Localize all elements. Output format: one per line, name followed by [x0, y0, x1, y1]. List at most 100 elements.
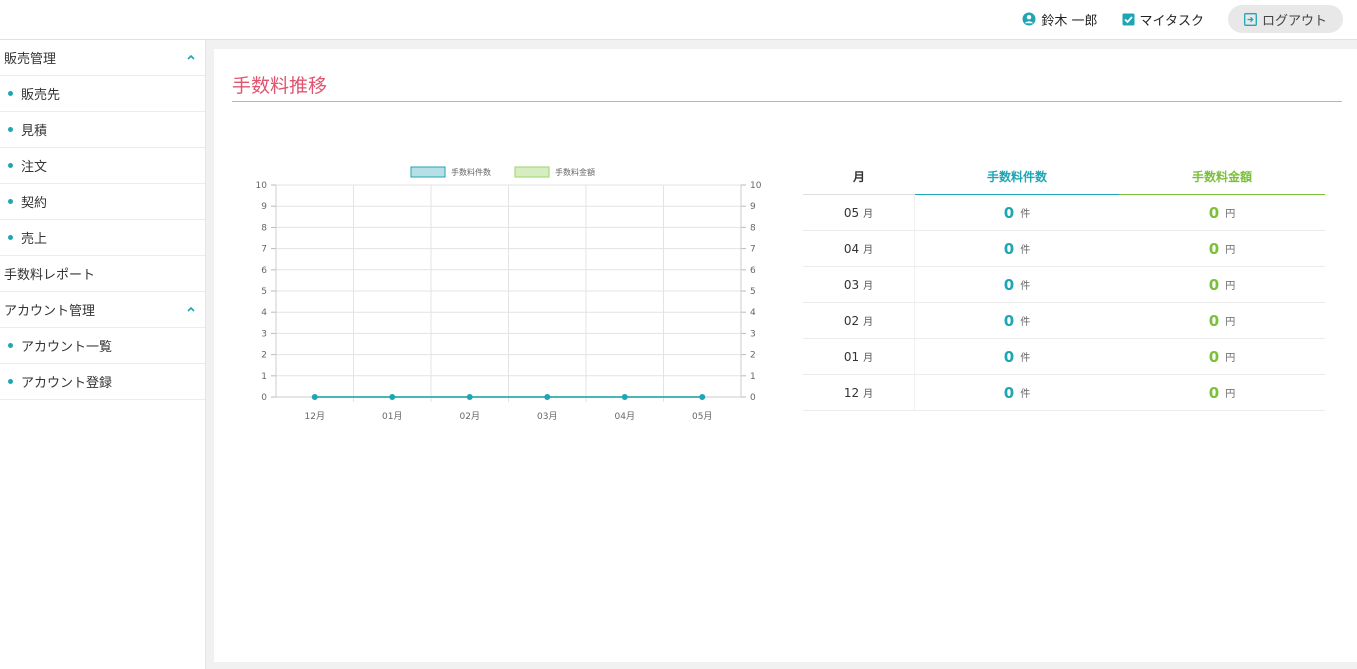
sidebar-item-contracts[interactable]: 契約: [0, 184, 205, 220]
my-task-link[interactable]: マイタスク: [1122, 10, 1204, 29]
month-unit: 月: [863, 389, 874, 400]
cell-count: 0件: [915, 267, 1119, 302]
my-task-label: マイタスク: [1139, 13, 1204, 29]
chevron-up-icon[interactable]: [187, 54, 195, 60]
bullet-icon: [8, 343, 13, 348]
cell-month: 04 月: [803, 231, 915, 266]
y2-tick-label: 2: [750, 351, 756, 361]
bullet-icon: [8, 235, 13, 240]
count-value: 0: [1003, 203, 1015, 222]
sidebar: 販売管理 販売先 見積 注文 契約 売上 手数料レポート アカウント管理 アカウ…: [0, 40, 206, 669]
bullet-icon: [8, 379, 13, 384]
column-header-amount: 手数料金額: [1119, 159, 1325, 195]
data-point[interactable]: [621, 394, 628, 400]
sidebar-item-label: 販売先: [21, 88, 61, 103]
data-point[interactable]: [699, 394, 706, 400]
user-name: 鈴木 一郎: [1041, 13, 1098, 29]
amount-value: 0: [1208, 383, 1220, 402]
amount-unit: 円: [1225, 281, 1236, 292]
data-point[interactable]: [311, 394, 318, 400]
sidebar-item-label: 契約: [21, 196, 48, 211]
sidebar-item-label: アカウント管理: [4, 304, 96, 319]
bullet-icon: [8, 91, 13, 96]
table-header: 月 手数料件数 手数料金額: [803, 159, 1325, 195]
count-unit: 件: [1020, 245, 1031, 256]
y2-tick-label: 9: [750, 202, 756, 212]
cell-month: 03 月: [803, 267, 915, 302]
y2-tick-label: 7: [750, 245, 756, 255]
sidebar-item-commission-report[interactable]: 手数料レポート: [0, 256, 205, 292]
sidebar-item-estimates[interactable]: 見積: [0, 112, 205, 148]
y-tick-label: 7: [261, 245, 267, 255]
cell-count: 0件: [915, 339, 1119, 374]
sidebar-item-sales[interactable]: 売上: [0, 220, 205, 256]
cell-amount: 0円: [1119, 195, 1325, 230]
month-value: 05: [843, 205, 860, 220]
x-tick-label: 02月: [460, 411, 480, 422]
cell-amount: 0円: [1119, 375, 1325, 410]
y2-tick-label: 8: [750, 223, 756, 233]
y-tick-label: 8: [261, 223, 267, 233]
amount-unit: 円: [1225, 245, 1236, 256]
main-panel: 手数料推移 手数料件数 手数料金額 0 1 2 3 4 5 6 7 8 9 10 0123456789…: [214, 49, 1357, 662]
count-value: 0: [1003, 239, 1015, 258]
data-point[interactable]: [544, 394, 551, 400]
count-value: 0: [1003, 311, 1015, 330]
sidebar-item-orders[interactable]: 注文: [0, 148, 205, 184]
data-point[interactable]: [389, 394, 396, 400]
bullet-icon: [8, 163, 13, 168]
x-tick-label: 04月: [615, 411, 635, 422]
amount-unit: 円: [1225, 317, 1236, 328]
sidebar-section-sales[interactable]: 販売管理: [0, 40, 205, 76]
y-tick-label: 0: [261, 393, 267, 403]
amount-value: 0: [1208, 347, 1220, 366]
table-row: 04 月 0 件 0 円: [803, 231, 1325, 267]
user-menu[interactable]: 鈴木 一郎: [1022, 10, 1098, 29]
cell-amount: 0円: [1119, 231, 1325, 266]
y-tick-label: 3: [261, 329, 267, 339]
y-tick-label: 5: [261, 287, 267, 297]
commission-table: 月 手数料件数 手数料金額 05 月 0 件 0 円 04 月 0 件 0 円 03 月 0 件 0 円 02 月 0 件…: [803, 159, 1325, 411]
cell-amount: 0円: [1119, 267, 1325, 302]
month-value: 04: [843, 241, 860, 256]
data-point[interactable]: [466, 394, 473, 400]
legend-swatch: [514, 166, 550, 178]
month-unit: 月: [863, 245, 874, 256]
column-header-month: 月: [852, 170, 865, 184]
x-tick-label: 01月: [382, 411, 402, 422]
sidebar-item-account-register[interactable]: アカウント登録: [0, 364, 205, 400]
logout-label: ログアウト: [1261, 13, 1327, 29]
month-unit: 月: [863, 281, 874, 292]
month-unit: 月: [863, 317, 874, 328]
month-value: 02: [843, 313, 860, 328]
count-unit: 件: [1020, 317, 1031, 328]
amount-value: 0: [1208, 311, 1220, 330]
amount-value: 0: [1208, 239, 1220, 258]
table-body: 05 月 0 件 0 円 04 月 0 件 0 円 03 月 0 件 0 円 02 月 0 件 0 円 01 月 0 件 0 円 12 月 0 件…: [803, 195, 1325, 411]
logout-button[interactable]: ログアウト: [1227, 5, 1343, 33]
cell-count: 0件: [915, 231, 1119, 266]
x-tick-label: 05月: [692, 411, 712, 422]
chart-legend: 手数料件数 手数料金額: [410, 166, 595, 178]
cell-count: 0件: [915, 303, 1119, 338]
logout-icon: [1244, 12, 1257, 26]
table-row: 03 月 0 件 0 円: [803, 267, 1325, 303]
sidebar-item-customers[interactable]: 販売先: [0, 76, 205, 112]
x-tick-label: 12月: [305, 411, 325, 422]
sidebar-item-label: アカウント一覧: [21, 340, 113, 355]
y-tick-label: 6: [261, 266, 267, 276]
sidebar-section-accounts[interactable]: アカウント管理: [0, 292, 205, 328]
count-unit: 件: [1020, 389, 1031, 400]
chevron-up-icon[interactable]: [187, 306, 195, 312]
cell-month: 05 月: [803, 195, 915, 230]
amount-unit: 円: [1225, 353, 1236, 364]
y-axis-left: 0 1 2 3 4 5 6 7 8 9 10: [256, 181, 277, 403]
sidebar-item-account-list[interactable]: アカウント一覧: [0, 328, 205, 364]
month-unit: 月: [863, 209, 874, 220]
y2-tick-label: 5: [750, 287, 756, 297]
cell-month: 02 月: [803, 303, 915, 338]
bullet-icon: [8, 199, 13, 204]
sidebar-item-label: 見積: [21, 124, 48, 139]
count-value: 0: [1003, 383, 1015, 402]
cell-count: 0件: [915, 195, 1119, 230]
